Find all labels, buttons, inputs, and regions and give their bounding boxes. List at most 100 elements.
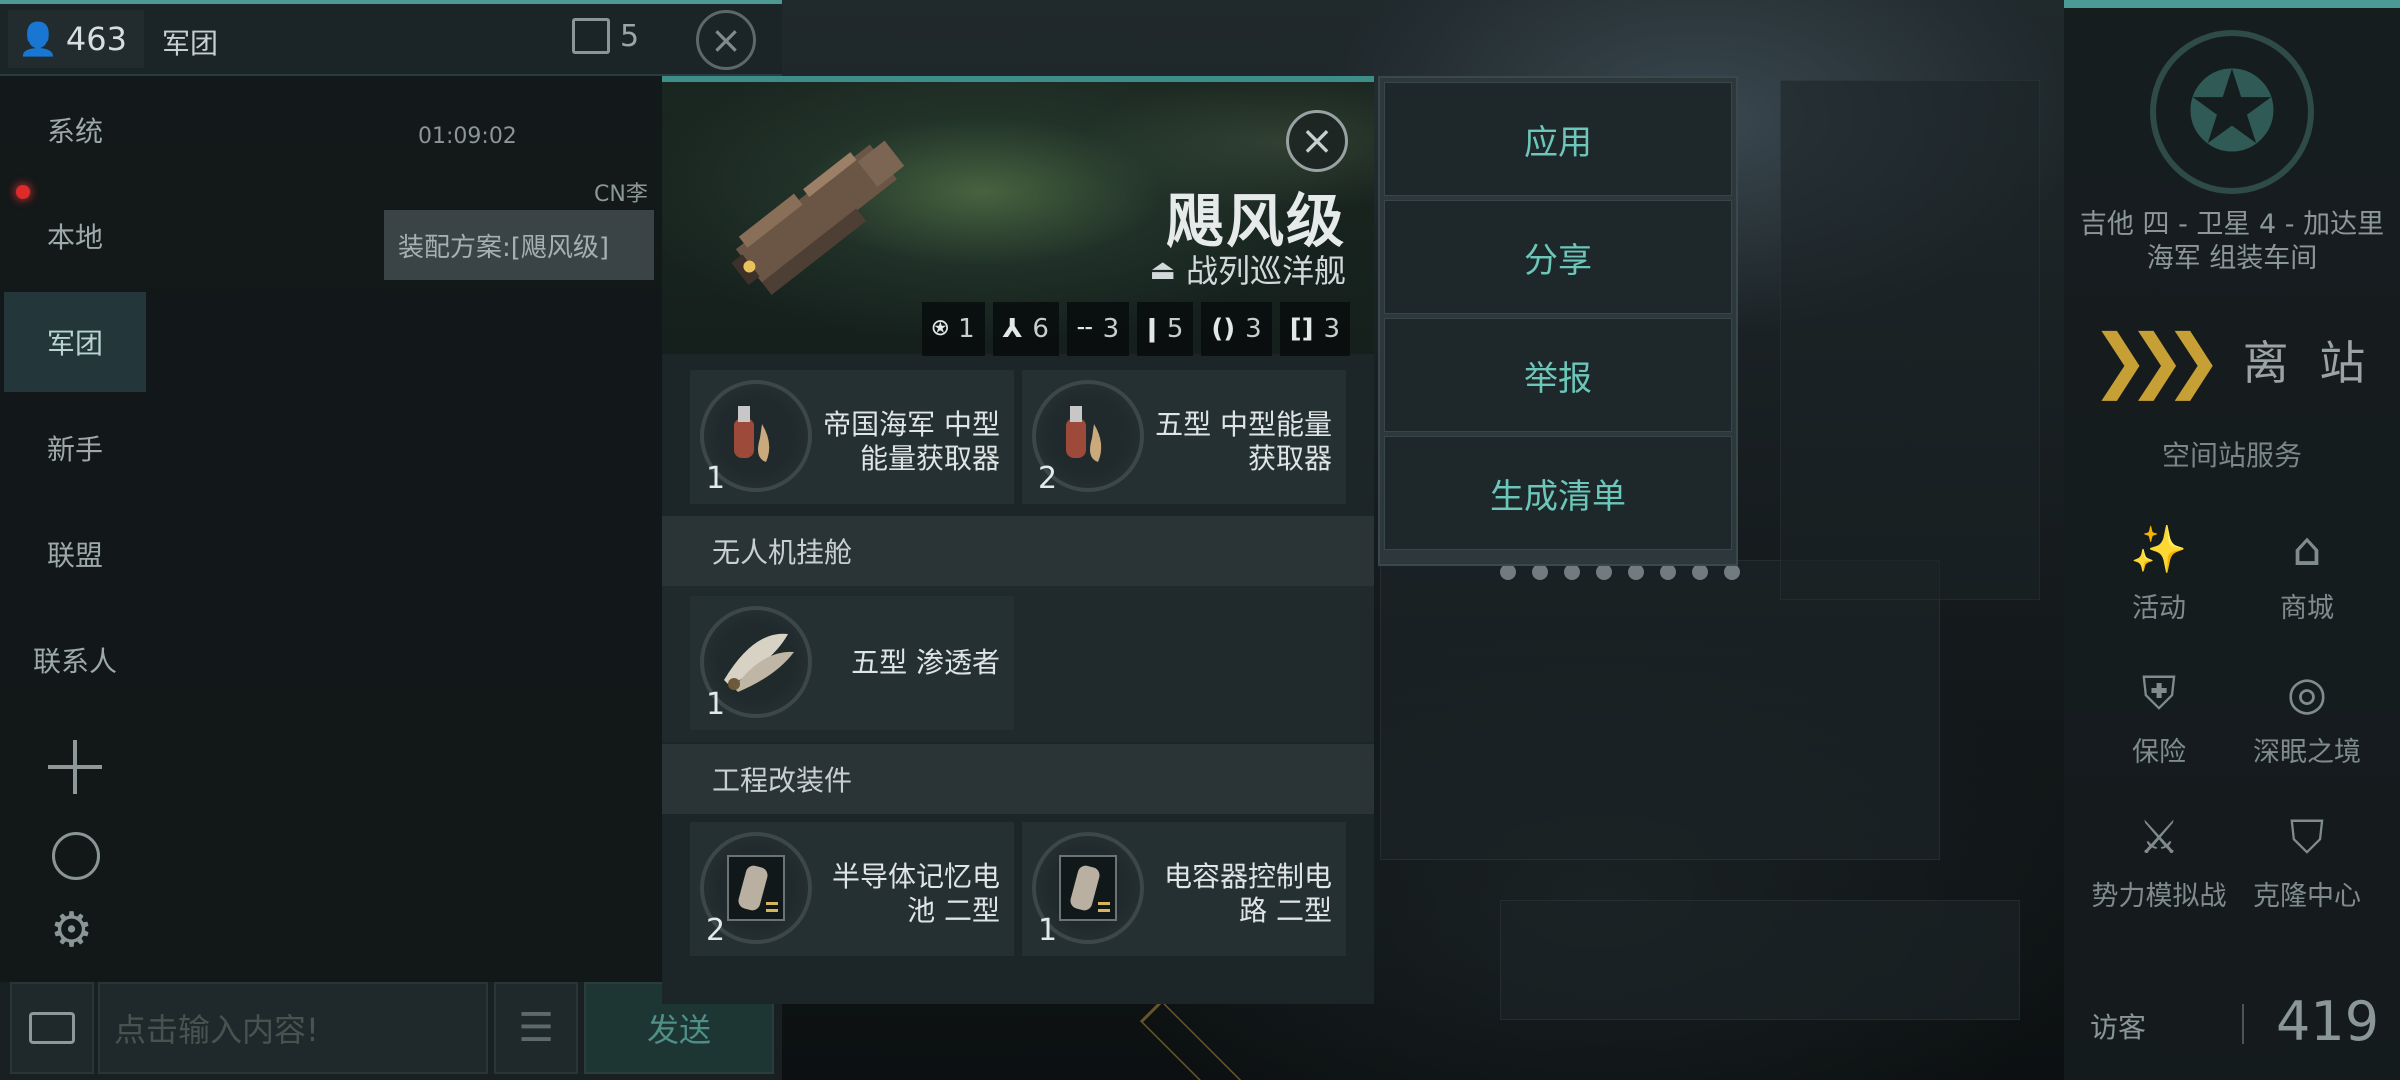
- chat-close-button[interactable]: ×: [696, 10, 756, 70]
- station-tower: [1780, 80, 2040, 600]
- slot-count: 6: [1032, 314, 1049, 344]
- settings-gear-icon[interactable]: ⚙: [50, 904, 93, 956]
- menu-icon: ☰: [518, 1005, 554, 1051]
- drone-bay-section: 无人机挂舱: [662, 516, 1374, 586]
- keyboard-button[interactable]: [10, 982, 94, 1074]
- rig-name: 半导体记忆电 池 二型: [820, 860, 1000, 928]
- channel-contacts[interactable]: 联系人: [4, 610, 146, 710]
- close-icon: ×: [1300, 118, 1334, 164]
- drone-bay-icon: []: [1289, 314, 1314, 344]
- unread-indicator[interactable]: 5: [572, 18, 639, 54]
- rig-icon: (): [1211, 314, 1236, 344]
- module-name-line1: 帝国海军 中型: [823, 408, 1000, 441]
- fitting-link-message[interactable]: 装配方案:[飓风级]: [384, 210, 654, 280]
- rig-quantity: 2: [706, 913, 726, 948]
- store-icon: ⌂: [2292, 522, 2322, 576]
- channel-alliance[interactable]: 联盟: [4, 504, 146, 604]
- module-card[interactable]: 2 五型 中型能量 获取器: [1022, 370, 1346, 504]
- station-services-title: 空间站服务: [2161, 439, 2302, 472]
- generate-list-button[interactable]: 生成清单: [1384, 436, 1732, 550]
- station-panel-accent: [2064, 0, 2400, 8]
- undock-label: 离 站: [2242, 336, 2374, 390]
- ship-render-icon: [731, 140, 905, 295]
- service-label: 深眠之境: [2253, 737, 2361, 768]
- add-channel-button[interactable]: [48, 740, 102, 794]
- station-name: 吉他 四 - 卫星 4 - 加达里 海军 组装车间: [2064, 208, 2400, 276]
- undock-button[interactable]: ❯❯❯ 离 站: [2064, 310, 2400, 410]
- fitting-close-button[interactable]: ×: [1286, 110, 1348, 172]
- slot-count: 3: [1323, 314, 1340, 344]
- channel-corp[interactable]: 军团: [4, 292, 146, 392]
- module-card[interactable]: 1 帝国海军 中型 能量获取器: [690, 370, 1014, 504]
- rig-quantity: 1: [1038, 913, 1058, 948]
- slot-chip-rig: () 3: [1201, 302, 1272, 356]
- channel-local[interactable]: 本地: [4, 186, 146, 286]
- slot-chip-mid: ╌ 3: [1066, 302, 1130, 356]
- slot-summary: ⍟ 1 ⅄ 6 ╌ 3 ǀ5 () 3 [] 3: [922, 302, 1350, 356]
- ship-class-label: 战列巡洋舰: [1185, 252, 1346, 290]
- turret-icon: ⅄: [1002, 314, 1023, 344]
- fireworks-icon: ✨: [2130, 522, 2188, 576]
- module-name-line1: 五型 中型能量: [1155, 408, 1332, 441]
- service-events[interactable]: ✨ 活动: [2084, 520, 2234, 625]
- visitors-count[interactable]: 419: [2276, 990, 2379, 1053]
- fitting-header: × 飓风级 ⏏ 战列巡洋舰 ⍟ 1 ⅄ 6 ╌ 3 ǀ5 () 3 [] 3: [662, 82, 1374, 356]
- chat-menu-button[interactable]: ☰: [494, 982, 578, 1074]
- slot-chip-turret: ⅄ 6: [992, 302, 1059, 356]
- service-label: 势力模拟战: [2091, 881, 2227, 912]
- slot-count: 3: [1102, 314, 1120, 344]
- slot-chip-drone: [] 3: [1279, 302, 1350, 356]
- module-name-line2: 获取器: [1247, 442, 1332, 475]
- service-abyss[interactable]: ◎ 深眠之境: [2232, 664, 2382, 769]
- drone-name: 五型 渗透者: [851, 646, 1000, 679]
- message-box-icon: [572, 18, 610, 54]
- voice-agent-icon[interactable]: [52, 832, 100, 880]
- rigs-section: 工程改装件: [662, 744, 1374, 814]
- online-count-button[interactable]: 👤 463: [8, 10, 144, 68]
- rig-card[interactable]: 2 半导体记忆电 池 二型: [690, 822, 1014, 956]
- service-label: 保险: [2132, 737, 2186, 768]
- drone-card[interactable]: 1 五型 渗透者: [690, 596, 1014, 730]
- channel-system[interactable]: 系统: [4, 80, 146, 180]
- module-quantity: 2: [1038, 461, 1058, 496]
- apply-button[interactable]: 应用: [1384, 82, 1732, 196]
- slot-chip-low: ǀ5: [1137, 302, 1194, 356]
- visitors-divider: [2242, 1004, 2244, 1044]
- rig-name-line1: 半导体记忆电: [831, 860, 1000, 893]
- share-button[interactable]: 分享: [1384, 200, 1732, 314]
- rig-card[interactable]: 1 电容器控制电 路 二型: [1022, 822, 1346, 956]
- low-slot-icon: ǀ: [1147, 314, 1157, 344]
- station-structure: [1380, 560, 1940, 860]
- faction-star-icon: ✪: [2150, 30, 2314, 194]
- service-clone-center[interactable]: ⛉ 克隆中心: [2232, 808, 2382, 913]
- user-icon: 👤: [18, 20, 58, 58]
- service-label: 活动: [2132, 593, 2186, 624]
- portal-icon: ◎: [2286, 666, 2328, 720]
- chat-input[interactable]: 点击输入内容!: [98, 982, 488, 1074]
- clone-icon: ⛉: [2289, 810, 2325, 864]
- message-timestamp: 01:09:02: [418, 124, 517, 149]
- report-button[interactable]: 举报: [1384, 318, 1732, 432]
- service-faction-warfare[interactable]: ⚔ 势力模拟战: [2084, 808, 2234, 913]
- station-name-line2: 海军 组装车间: [2146, 243, 2318, 274]
- module-quantity: 1: [706, 461, 726, 496]
- fitting-window: × 飓风级 ⏏ 战列巡洋舰 ⍟ 1 ⅄ 6 ╌ 3 ǀ5 () 3 [] 3 1 帝国海军…: [662, 76, 1374, 1004]
- online-count: 463: [65, 20, 127, 58]
- ship-class[interactable]: ⏏ 战列巡洋舰: [1150, 246, 1346, 292]
- crossed-flags-icon: ⚔: [2138, 810, 2180, 864]
- slot-count: 3: [1245, 314, 1262, 344]
- service-store[interactable]: ⌂ 商城: [2232, 520, 2382, 625]
- high-slot-icon: ⍟: [932, 313, 949, 344]
- drone-quantity: 1: [706, 687, 726, 722]
- undock-chevrons-icon: ❯❯❯: [2090, 319, 2223, 401]
- station-name-line1: 吉他 四 - 卫星 4 - 加达里: [2079, 209, 2385, 240]
- service-label: 克隆中心: [2253, 881, 2361, 912]
- channel-newbie[interactable]: 新手: [4, 398, 146, 498]
- service-insurance[interactable]: ⛨ 保险: [2084, 664, 2234, 769]
- landing-marker: [1139, 999, 1261, 1080]
- rig-name: 电容器控制电 路 二型: [1152, 860, 1332, 928]
- fitting-context-menu: 应用 分享 举报 生成清单: [1378, 76, 1738, 566]
- message-sender[interactable]: CN李: [594, 176, 648, 208]
- module-name-line2: 能量获取器: [859, 442, 1000, 475]
- slot-chip-high: ⍟ 1: [922, 302, 985, 356]
